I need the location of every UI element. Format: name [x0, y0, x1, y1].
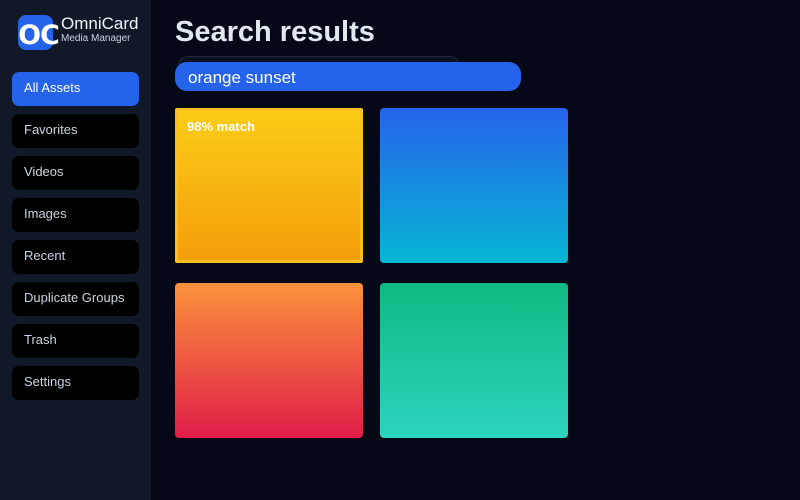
sidebar-item-videos[interactable]: Videos	[12, 156, 139, 190]
sidebar: OC OmniCard Media Manager All Assets Fav…	[0, 0, 151, 500]
sidebar-nav: All Assets Favorites Videos Images Recen…	[12, 72, 139, 408]
result-card-2[interactable]	[380, 108, 568, 263]
app-logo: OC	[18, 15, 60, 50]
match-score-label: 98% match	[187, 119, 255, 134]
sidebar-item-recent[interactable]: Recent	[12, 240, 139, 274]
page-title: Search results	[175, 16, 375, 48]
sidebar-item-trash[interactable]: Trash	[12, 324, 139, 358]
sidebar-item-all-assets[interactable]: All Assets	[12, 72, 139, 106]
result-card-4[interactable]	[380, 283, 568, 438]
result-card-1[interactable]: 98% match	[175, 108, 363, 263]
sidebar-item-images[interactable]: Images	[12, 198, 139, 232]
result-card-3[interactable]	[175, 283, 363, 438]
app-subtitle: Media Manager	[61, 33, 131, 44]
app-name: OmniCard	[61, 14, 139, 33]
app-logo-text: OC	[18, 20, 60, 51]
sidebar-item-favorites[interactable]: Favorites	[12, 114, 139, 148]
search-input[interactable]	[175, 62, 521, 91]
sidebar-item-settings[interactable]: Settings	[12, 366, 139, 400]
sidebar-item-duplicate-groups[interactable]: Duplicate Groups	[12, 282, 139, 316]
